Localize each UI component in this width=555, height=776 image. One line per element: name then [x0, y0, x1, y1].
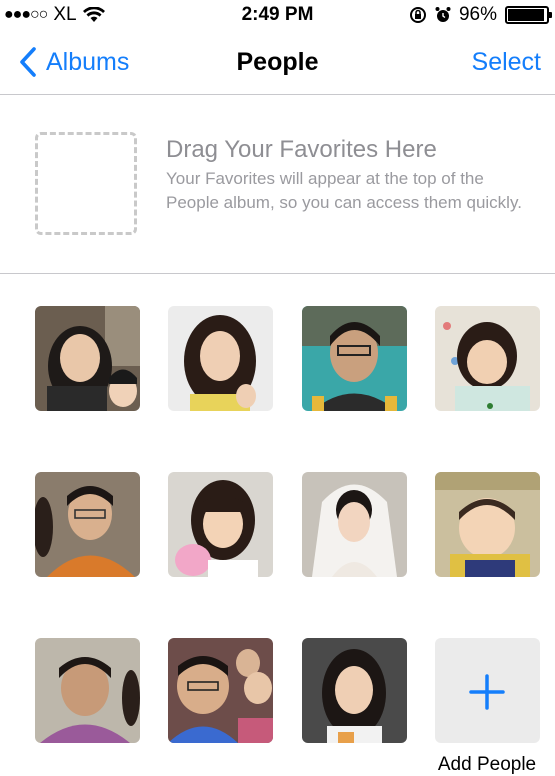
add-people-label: Add People — [437, 754, 537, 775]
person-thumbnail[interactable] — [435, 306, 540, 411]
favorites-description: Your Favorites will appear at the top of… — [166, 169, 522, 212]
person-thumbnail[interactable] — [35, 472, 140, 577]
person-thumbnail[interactable] — [302, 638, 407, 743]
plus-icon — [469, 674, 505, 710]
alarm-icon — [435, 7, 451, 22]
person-photo-icon — [168, 306, 273, 411]
person-photo-icon — [35, 638, 140, 743]
add-people-button[interactable] — [435, 638, 540, 743]
favorites-drop-zone[interactable] — [35, 132, 137, 235]
person-thumbnail[interactable] — [168, 306, 273, 411]
person-photo-icon — [35, 472, 140, 577]
person-photo-icon — [302, 638, 407, 743]
person-thumbnail[interactable] — [435, 472, 540, 577]
person-thumbnail[interactable] — [168, 472, 273, 577]
person-photo-icon — [168, 638, 273, 743]
person-photo-icon — [435, 306, 540, 411]
favorites-title: Drag Your Favorites Here — [166, 136, 437, 163]
person-photo-icon — [35, 306, 140, 411]
select-button[interactable]: Select — [472, 48, 541, 77]
navigation-bar: Albums People Select — [0, 32, 555, 95]
battery-percent: 96% — [458, 4, 497, 25]
battery-level-fill — [508, 9, 545, 21]
person-thumbnail[interactable] — [302, 472, 407, 577]
person-thumbnail[interactable] — [35, 638, 140, 743]
person-thumbnail[interactable] — [302, 306, 407, 411]
person-thumbnail[interactable] — [35, 306, 140, 411]
person-photo-icon — [435, 472, 540, 577]
favorites-section: Drag Your Favorites Here Your Favorites … — [0, 95, 555, 274]
battery-icon — [505, 6, 552, 24]
status-right: 96% — [409, 4, 552, 26]
person-photo-icon — [302, 306, 407, 411]
rotation-lock-icon — [409, 7, 426, 23]
person-photo-icon — [302, 472, 407, 577]
person-thumbnail[interactable] — [168, 638, 273, 743]
person-photo-icon — [168, 472, 273, 577]
status-bar: ●●●○○ XL 2:49 PM 96% — [0, 0, 555, 32]
